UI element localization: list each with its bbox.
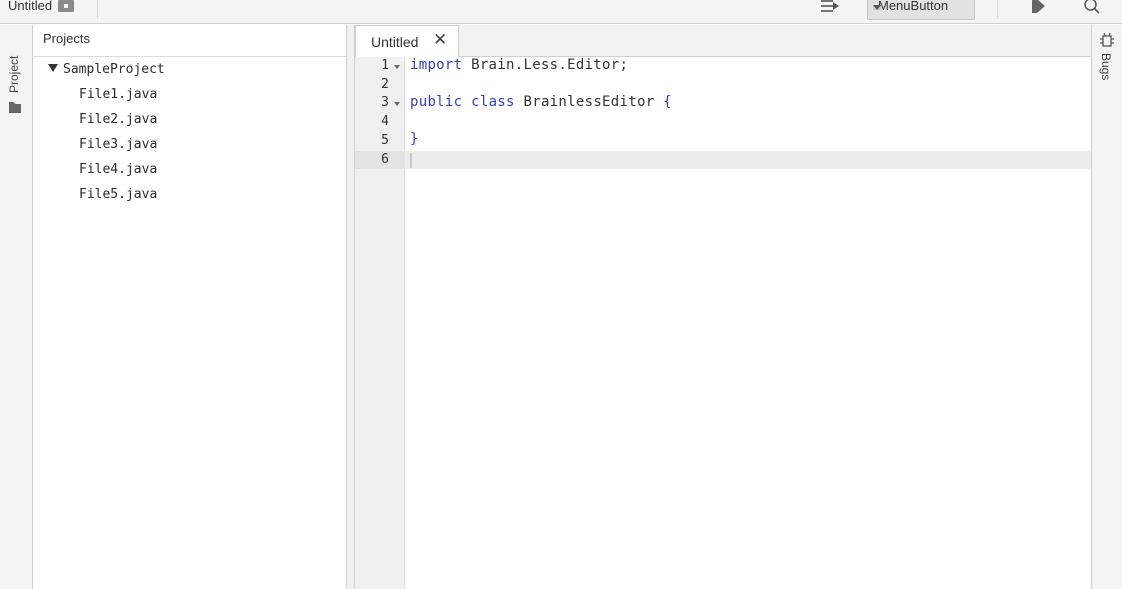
tree-file-item[interactable]: File4.java [79, 162, 157, 177]
line-number: 4 [381, 114, 389, 129]
editor-area: Untitled ✕ 1 2 3 4 5 6 import Brain.Less… [355, 25, 1091, 589]
code-line[interactable]: import Brain.Less.Editor; [410, 57, 628, 73]
projects-panel: Projects SampleProject File1.java File2.… [33, 25, 347, 589]
keyword-token: import [410, 57, 463, 73]
panel-splitter[interactable] [347, 25, 355, 589]
save-icon[interactable] [58, 0, 74, 12]
toolbar-divider [997, 0, 998, 18]
projects-header: Projects [33, 25, 346, 57]
tree-file-item[interactable]: File1.java [79, 87, 157, 102]
toolbar-divider [97, 0, 98, 18]
document-title: Untitled [8, 0, 53, 13]
wrap-icon[interactable] [820, 0, 840, 14]
tree-file-item[interactable]: File5.java [79, 187, 157, 202]
fold-arrow-icon[interactable] [394, 102, 400, 106]
bug-icon[interactable] [1100, 33, 1114, 47]
run-icon[interactable] [1030, 0, 1048, 14]
tree-file-item[interactable]: File3.java [79, 137, 157, 152]
left-tool-strip: Project [0, 25, 33, 589]
keyword-token: public [410, 94, 463, 110]
brace-token: } [410, 131, 419, 147]
line-number-gutter: 1 2 3 4 5 6 [355, 57, 405, 589]
right-tool-strip: Bugs [1091, 25, 1122, 589]
tree-root-label: SampleProject [63, 62, 165, 77]
text-caret [410, 153, 412, 168]
line-number: 1 [381, 58, 389, 73]
line-number: 2 [381, 77, 389, 92]
brace-token: { [663, 94, 672, 110]
main-toolbar: Untitled MenuButton [0, 0, 1122, 24]
folder-icon[interactable] [9, 101, 21, 113]
menu-button[interactable]: MenuButton [867, 0, 975, 20]
active-line-highlight [405, 151, 1091, 169]
chevron-down-icon [873, 5, 881, 10]
tab-untitled[interactable]: Untitled ✕ [355, 25, 459, 57]
code-line[interactable]: public class BrainlessEditor { [410, 94, 672, 110]
tab-label: Untitled [371, 34, 419, 50]
line-number: 6 [381, 152, 389, 167]
project-tool-button[interactable]: Project [7, 56, 21, 93]
keyword-token: class [471, 94, 515, 110]
editor-tab-bar: Untitled ✕ [355, 25, 1091, 57]
code-editor[interactable]: import Brain.Less.Editor; public class B… [405, 57, 1091, 589]
bugs-tool-button[interactable]: Bugs [1099, 53, 1113, 80]
close-icon[interactable]: ✕ [433, 31, 447, 49]
tree-root-sampleproject[interactable]: SampleProject [48, 62, 165, 77]
line-number: 3 [381, 95, 389, 110]
fold-arrow-icon[interactable] [394, 65, 400, 69]
code-line[interactable]: } [410, 131, 419, 147]
expand-triangle-icon[interactable] [48, 64, 58, 72]
code-token: Brain.Less.Editor; [462, 57, 629, 73]
code-token: BrainlessEditor [514, 94, 664, 110]
search-icon[interactable] [1083, 0, 1101, 15]
menu-button-label: MenuButton [878, 0, 949, 13]
tree-file-item[interactable]: File2.java [79, 112, 157, 127]
line-number: 5 [381, 133, 389, 148]
